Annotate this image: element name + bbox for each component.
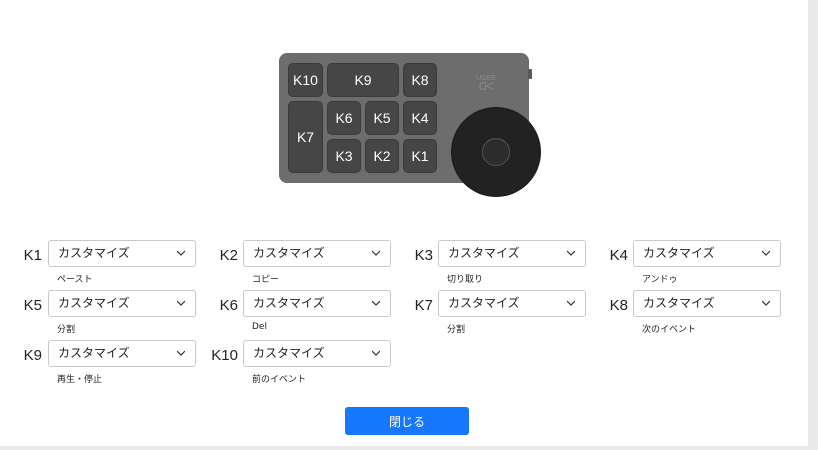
k1-action-select[interactable]: カスタマイズ xyxy=(48,240,196,267)
key-label-k1: K1 xyxy=(23,247,42,264)
k2-action-select[interactable]: カスタマイズ xyxy=(243,240,391,267)
k4-action-select[interactable]: カスタマイズ xyxy=(633,240,781,267)
chevron-down-icon xyxy=(177,250,185,256)
device-key-k10: K10 xyxy=(288,63,323,97)
dial-center-button xyxy=(482,138,510,166)
k5-action-select[interactable]: カスタマイズ xyxy=(48,290,196,317)
device-key-k1: K1 xyxy=(403,139,437,173)
chevron-down-icon xyxy=(372,350,380,356)
key-label-k10: K10 xyxy=(211,347,238,364)
device-key-k8: K8 xyxy=(403,63,437,97)
chevron-down-icon xyxy=(567,250,575,256)
device-key-k4: K4 xyxy=(403,101,437,135)
usb-port xyxy=(528,69,532,79)
key-label-k8: K8 xyxy=(609,297,628,314)
k8-action-description: 次のイベント xyxy=(642,325,697,335)
k3-action-description: 切り取り xyxy=(447,275,484,285)
chevron-down-icon xyxy=(177,350,185,356)
device-key-k5: K5 xyxy=(365,101,399,135)
k10-action-select[interactable]: カスタマイズ xyxy=(243,340,391,367)
device-key-k3: K3 xyxy=(327,139,361,173)
window-border-right xyxy=(808,0,818,450)
window-border-bottom xyxy=(0,446,818,450)
k10-action-description: 前のイベント xyxy=(252,375,307,385)
key-label-k2: K2 xyxy=(219,247,238,264)
close-button[interactable]: 閉じる xyxy=(345,407,469,435)
k8-action-select[interactable]: カスタマイズ xyxy=(633,290,781,317)
key-label-k4: K4 xyxy=(609,247,628,264)
device-key-k7: K7 xyxy=(288,101,323,173)
chevron-down-icon xyxy=(177,300,185,306)
key-label-k5: K5 xyxy=(23,297,42,314)
k9-action-description: 再生・停止 xyxy=(57,375,103,385)
k3-action-select[interactable]: カスタマイズ xyxy=(438,240,586,267)
device-key-k6: K6 xyxy=(327,101,361,135)
key-label-k7: K7 xyxy=(414,297,433,314)
chevron-down-icon xyxy=(372,250,380,256)
k6-action-description: Del xyxy=(252,322,267,332)
k1-action-description: ペースト xyxy=(57,275,93,285)
key-label-k9: K9 xyxy=(23,347,42,364)
key-label-k6: K6 xyxy=(219,297,238,314)
k7-action-description: 分割 xyxy=(447,325,466,335)
brand-logo: UGEE ᗡᐸ xyxy=(476,75,496,93)
rotary-dial xyxy=(452,108,540,196)
chevron-down-icon xyxy=(762,250,770,256)
chevron-down-icon xyxy=(567,300,575,306)
k2-action-description: コピー xyxy=(252,275,280,285)
k6-action-select[interactable]: カスタマイズ xyxy=(243,290,391,317)
k9-action-select[interactable]: カスタマイズ xyxy=(48,340,196,367)
chevron-down-icon xyxy=(762,300,770,306)
keypad-device-illustration: K10 K9 K8 K7 K6 K5 K4 K3 K2 K1 UGEE ᗡᐸ xyxy=(279,53,540,196)
k5-action-description: 分割 xyxy=(57,325,76,335)
k7-action-select[interactable]: カスタマイズ xyxy=(438,290,586,317)
k4-action-description: アンドゥ xyxy=(642,275,678,285)
device-key-k9: K9 xyxy=(327,63,399,97)
chevron-down-icon xyxy=(372,300,380,306)
key-label-k3: K3 xyxy=(414,247,433,264)
device-key-k2: K2 xyxy=(365,139,399,173)
